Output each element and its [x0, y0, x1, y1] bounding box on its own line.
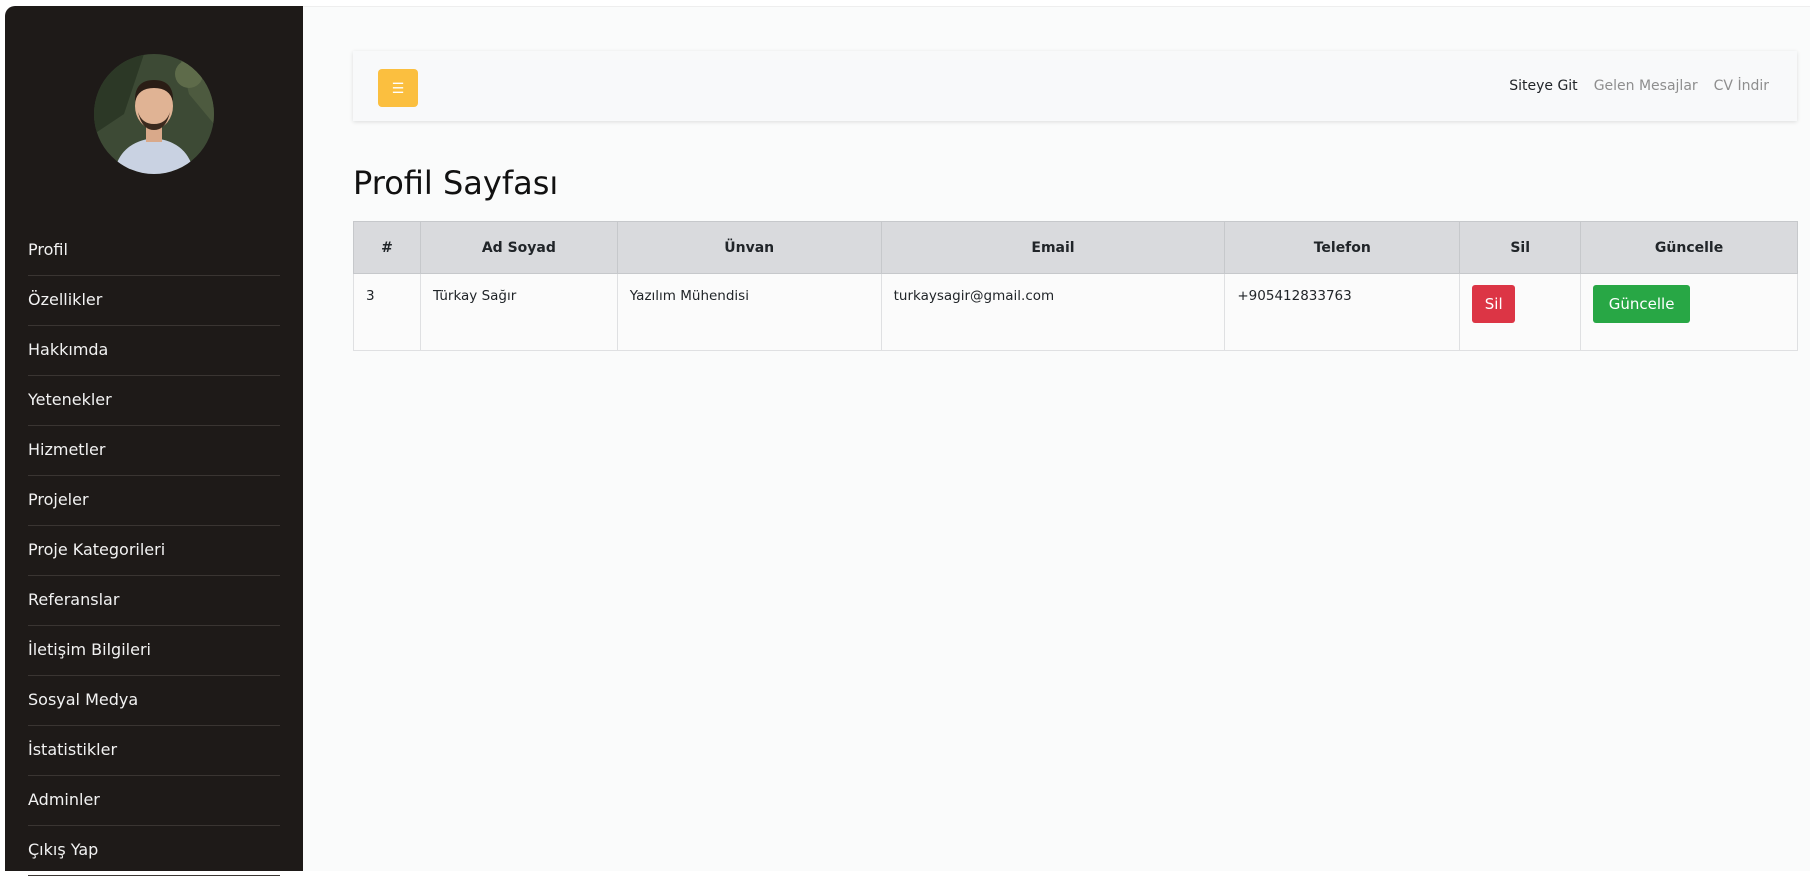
sidebar-item-adminler[interactable]: Adminler	[28, 776, 280, 826]
sidebar-item-proje-kategorileri[interactable]: Proje Kategorileri	[28, 526, 280, 576]
sidebar-item-iletisim-bilgileri[interactable]: İletişim Bilgileri	[28, 626, 280, 676]
link-gelen-mesajlar[interactable]: Gelen Mesajlar	[1594, 78, 1698, 94]
main-content: ☰ Siteye Git Gelen Mesajlar CV İndir Pro…	[303, 6, 1810, 871]
sidebar-item-profil[interactable]: Profil	[28, 226, 280, 276]
sidebar-item-referanslar[interactable]: Referanslar	[28, 576, 280, 626]
avatar-image	[94, 54, 214, 174]
cell-title: Yazılım Mühendisi	[616, 273, 882, 351]
column-header-delete: Sil	[1459, 221, 1582, 274]
column-header-name: Ad Soyad	[419, 221, 618, 274]
table-header-row: # Ad Soyad Ünvan Email Telefon Sil Günce…	[353, 221, 1798, 274]
sidebar-item-hizmetler[interactable]: Hizmetler	[28, 426, 280, 476]
sidebar: Profil Özellikler Hakkımda Yetenekler Hi…	[5, 6, 303, 876]
menu-icon: ☰	[391, 80, 405, 96]
sidebar-item-istatistikler[interactable]: İstatistikler	[28, 726, 280, 776]
cell-email: turkaysagir@gmail.com	[880, 273, 1226, 351]
table-row: 3 Türkay Sağır Yazılım Mühendisi turkays…	[353, 273, 1798, 351]
update-button[interactable]: Güncelle	[1593, 285, 1691, 323]
column-header-email: Email	[880, 221, 1226, 274]
column-header-title: Ünvan	[616, 221, 882, 274]
link-cv-indir[interactable]: CV İndir	[1714, 78, 1769, 94]
cell-update: Güncelle	[1580, 273, 1798, 351]
sidebar-item-yetenekler[interactable]: Yetenekler	[28, 376, 280, 426]
cell-id: 3	[353, 273, 421, 351]
column-header-id: #	[353, 221, 421, 274]
cell-phone: +905412833763	[1224, 273, 1461, 351]
sidebar-item-cikis-yap[interactable]: Çıkış Yap	[28, 826, 280, 876]
cell-delete: Sil	[1459, 273, 1582, 351]
sidebar-item-hakkimda[interactable]: Hakkımda	[28, 326, 280, 376]
sidebar-item-sosyal-medya[interactable]: Sosyal Medya	[28, 676, 280, 726]
column-header-update: Güncelle	[1580, 221, 1798, 274]
column-header-phone: Telefon	[1224, 221, 1461, 274]
sidebar-item-ozellikler[interactable]: Özellikler	[28, 276, 280, 326]
delete-button[interactable]: Sil	[1472, 285, 1516, 323]
sidebar-nav: Profil Özellikler Hakkımda Yetenekler Hi…	[5, 226, 303, 876]
link-siteye-git[interactable]: Siteye Git	[1509, 78, 1577, 94]
page-title: Profil Sayfası	[353, 164, 559, 202]
top-navbar: ☰ Siteye Git Gelen Mesajlar CV İndir	[353, 51, 1797, 121]
top-links: Siteye Git Gelen Mesajlar CV İndir	[1509, 51, 1769, 121]
sidebar-item-projeler[interactable]: Projeler	[28, 476, 280, 526]
cell-name: Türkay Sağır	[419, 273, 618, 351]
sidebar-toggle-button[interactable]: ☰	[378, 69, 418, 107]
avatar	[94, 54, 214, 174]
profile-table: # Ad Soyad Ünvan Email Telefon Sil Günce…	[353, 221, 1798, 351]
